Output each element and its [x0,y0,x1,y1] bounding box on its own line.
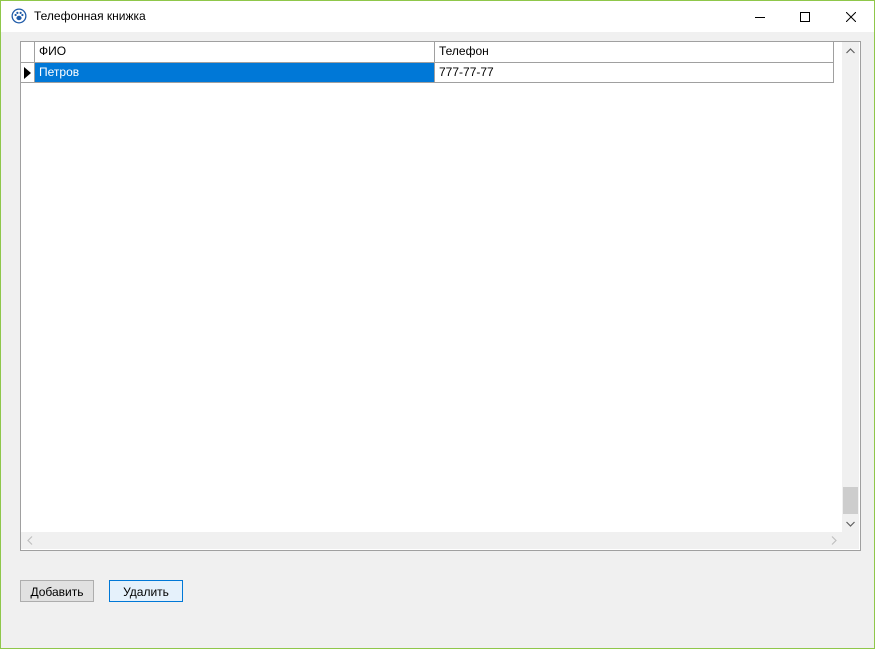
vertical-scroll-thumb[interactable] [843,487,858,514]
app-window: Телефонная книжка ФИО Телефон Петров 777… [0,0,875,649]
chevron-left-icon [26,536,32,545]
delete-button[interactable]: Удалить [109,580,183,602]
scrollbar-corner [842,532,859,549]
chevron-up-icon [846,47,855,53]
close-icon [846,11,856,22]
minimize-icon [755,16,765,18]
column-header-phone[interactable]: Телефон [435,42,834,62]
maximize-icon [800,11,810,22]
chevron-down-icon [846,521,855,527]
title-bar[interactable]: Телефонная книжка [1,1,874,32]
window-title: Телефонная книжка [34,9,146,23]
table-row[interactable]: Петров 777-77-77 [21,63,834,83]
contacts-grid[interactable]: ФИО Телефон Петров 777-77-77 [20,41,861,551]
cell-fio[interactable]: Петров [35,63,435,82]
horizontal-scrollbar[interactable] [21,532,842,549]
add-button[interactable]: Добавить [20,580,94,602]
scroll-up-button[interactable] [842,42,859,59]
grid-corner-header[interactable] [21,42,35,62]
close-button[interactable] [828,1,874,32]
scroll-right-button[interactable] [825,532,842,549]
cell-phone[interactable]: 777-77-77 [435,63,834,82]
chevron-right-icon [831,536,837,545]
grid-header: ФИО Телефон [21,42,834,63]
vertical-scrollbar[interactable] [842,42,859,532]
scroll-left-button[interactable] [21,532,38,549]
current-row-arrow-icon [24,67,31,79]
scroll-down-button[interactable] [842,515,859,532]
minimize-button[interactable] [737,1,783,32]
column-header-fio[interactable]: ФИО [35,42,435,62]
paw-app-icon [11,8,27,24]
row-selector[interactable] [21,63,35,82]
maximize-button[interactable] [782,1,828,32]
